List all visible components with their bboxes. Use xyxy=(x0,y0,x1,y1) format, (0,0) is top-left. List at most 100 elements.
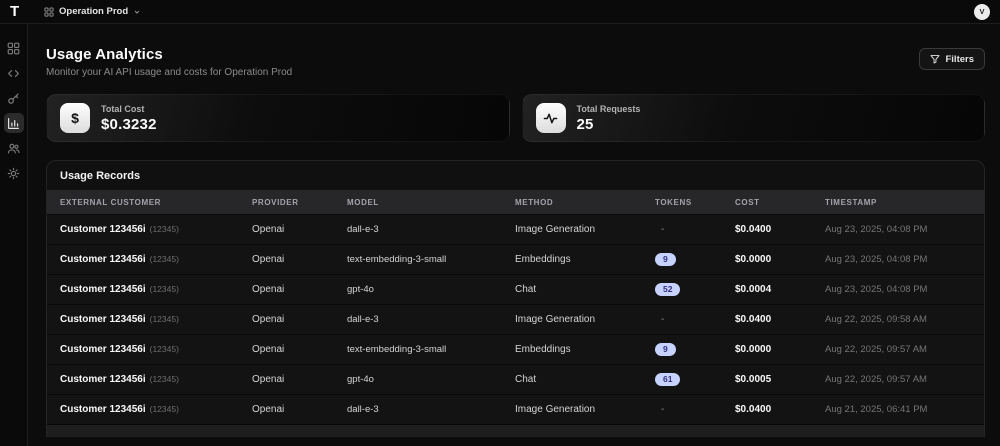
tokens-cell: 52 xyxy=(655,282,735,297)
timestamp-cell: Aug 22, 2025, 09:58 AM xyxy=(825,314,927,325)
table-row[interactable]: Customer 123456i (12345) Openai gpt-4o Ch… xyxy=(47,364,984,394)
cost-cell: $0.0005 xyxy=(735,374,772,385)
sidebar-item-api-keys[interactable] xyxy=(4,88,24,108)
timestamp-cell: Aug 22, 2025, 09:57 AM xyxy=(825,374,927,385)
provider-cell: Openai xyxy=(252,374,285,385)
org-switcher[interactable]: Operation Prod xyxy=(44,6,141,17)
page-title: Usage Analytics xyxy=(46,46,163,63)
sidebar-item-code[interactable] xyxy=(4,63,24,83)
bar-chart-icon xyxy=(7,117,20,130)
key-icon xyxy=(7,92,20,105)
model-cell: dall-e-3 xyxy=(347,404,379,415)
sidebar-item-dashboard[interactable] xyxy=(4,38,24,58)
col-timestamp: Timestamp xyxy=(825,197,877,207)
model-cell: gpt-4o xyxy=(347,284,374,295)
timestamp-cell: Aug 23, 2025, 04:08 PM xyxy=(825,224,928,235)
topbar: T Operation Prod V xyxy=(0,0,1000,24)
timestamp-cell: Aug 23, 2025, 04:08 PM xyxy=(825,254,928,265)
table-row[interactable]: Customer 123456i (12345) Openai text-embe… xyxy=(47,334,984,364)
col-model: Model xyxy=(347,197,379,207)
timestamp-cell: Aug 23, 2025, 04:08 PM xyxy=(825,284,928,295)
timestamp-cell: Aug 21, 2025, 06:41 PM xyxy=(825,404,928,415)
provider-cell: Openai xyxy=(252,344,285,355)
stat-value: $0.3232 xyxy=(101,115,157,133)
customer-cell: Customer 123456i (12345) xyxy=(60,404,179,415)
customer-cell: Customer 123456i (12345) xyxy=(60,344,179,355)
tokens-cell: 9 xyxy=(655,252,735,267)
stat-label: Total Cost xyxy=(101,103,145,114)
sidebar xyxy=(0,24,28,446)
org-grid-icon xyxy=(44,6,54,17)
model-cell: text-embedding-3-small xyxy=(347,254,447,265)
customer-cell: Customer 123456i (12345) xyxy=(60,374,179,385)
stat-cards: $ Total Cost $0.3232 Total Requests 25 xyxy=(46,94,985,142)
customer-cell: Customer 123456i (12345) xyxy=(60,284,179,295)
customer-cell: Customer 123456i (12345) xyxy=(60,314,179,325)
model-cell: text-embedding-3-small xyxy=(347,344,447,355)
cost-cell: $0.0400 xyxy=(735,314,772,325)
tokens-badge: 9 xyxy=(655,342,676,357)
filters-label: Filters xyxy=(945,53,974,65)
app-logo: T xyxy=(10,3,19,20)
customer-cell: Customer 123456i (12345) xyxy=(60,224,179,235)
col-method: Method xyxy=(515,197,554,207)
model-cell: dall-e-3 xyxy=(347,314,379,325)
sidebar-item-settings[interactable] xyxy=(4,163,24,183)
tokens-cell: - xyxy=(661,314,665,325)
sidebar-item-analytics[interactable] xyxy=(3,113,24,133)
cost-cell: $0.0400 xyxy=(735,224,772,235)
stat-value: 25 xyxy=(576,115,594,133)
customer-cell: Customer 123456i (12345) xyxy=(60,254,179,265)
table-header-row: External Customer Provider Model Method … xyxy=(47,190,984,214)
table-row[interactable]: Customer 123456i (12345) Openai dall-e-3 … xyxy=(47,394,984,424)
table-row[interactable]: Customer 123456i (12345) Openai text-embe… xyxy=(47,244,984,274)
provider-cell: Openai xyxy=(252,284,285,295)
method-cell: Image Generation xyxy=(515,314,596,325)
method-cell: Image Generation xyxy=(515,404,596,415)
method-cell: Image Generation xyxy=(515,224,596,235)
main-content: Usage Analytics Monitor your AI API usag… xyxy=(28,24,1000,446)
users-icon xyxy=(7,142,20,155)
cost-cell: $0.0000 xyxy=(735,254,772,265)
method-cell: Chat xyxy=(515,284,537,295)
col-external-customer: External Customer xyxy=(60,197,162,207)
filters-button[interactable]: Filters xyxy=(919,48,985,70)
table-row-partial xyxy=(47,424,984,437)
code-icon xyxy=(7,67,20,80)
page-header: Usage Analytics Monitor your AI API usag… xyxy=(46,46,985,78)
method-cell: Embeddings xyxy=(515,344,571,355)
usage-records-panel: Usage Records External Customer Provider… xyxy=(46,160,985,437)
tokens-cell: - xyxy=(661,404,665,415)
tokens-badge: 52 xyxy=(655,282,681,297)
gear-icon xyxy=(7,167,20,180)
table-row[interactable]: Customer 123456i (12345) Openai dall-e-3 … xyxy=(47,214,984,244)
dollar-icon: $ xyxy=(60,103,90,133)
table-row[interactable]: Customer 123456i (12345) Openai dall-e-3 … xyxy=(47,304,984,334)
stat-label: Total Requests xyxy=(576,103,641,114)
tokens-cell: 9 xyxy=(655,342,735,357)
cost-cell: $0.0000 xyxy=(735,344,772,355)
col-provider: Provider xyxy=(252,197,299,207)
panel-title: Usage Records xyxy=(60,170,141,182)
tokens-cell: 61 xyxy=(655,372,735,387)
tokens-badge: 61 xyxy=(655,372,681,387)
col-cost: Cost xyxy=(735,197,760,207)
method-cell: Chat xyxy=(515,374,537,385)
provider-cell: Openai xyxy=(252,314,285,325)
cost-cell: $0.0400 xyxy=(735,404,772,415)
table-row[interactable]: Customer 123456i (12345) Openai gpt-4o Ch… xyxy=(47,274,984,304)
total-cost-card: $ Total Cost $0.3232 xyxy=(46,94,510,142)
dashboard-grid-icon xyxy=(7,42,20,55)
provider-cell: Openai xyxy=(252,254,285,265)
user-avatar[interactable]: V xyxy=(974,3,990,20)
model-cell: gpt-4o xyxy=(347,374,374,385)
method-cell: Embeddings xyxy=(515,254,571,265)
activity-icon xyxy=(535,103,566,133)
tokens-badge: 9 xyxy=(655,252,676,267)
sidebar-item-users[interactable] xyxy=(4,138,24,158)
col-tokens: Tokens xyxy=(655,197,692,207)
table-body: Customer 123456i (12345) Openai dall-e-3 … xyxy=(47,214,984,424)
chevron-down-icon xyxy=(133,8,141,16)
timestamp-cell: Aug 22, 2025, 09:57 AM xyxy=(825,344,927,355)
org-name: Operation Prod xyxy=(59,6,129,17)
